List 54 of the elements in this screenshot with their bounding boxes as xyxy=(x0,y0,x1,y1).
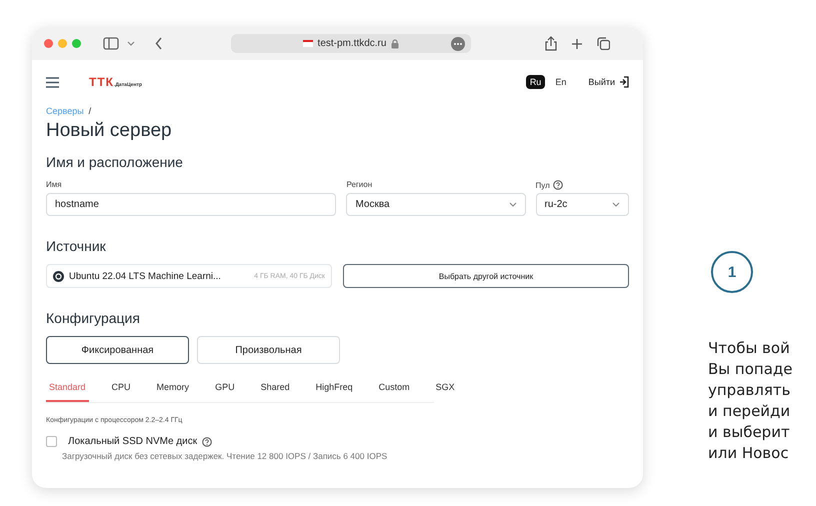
configuration-tab[interactable]: Standard xyxy=(46,378,89,402)
close-window-icon[interactable] xyxy=(44,39,53,48)
instruction-text-line: и перейди xyxy=(708,401,792,422)
menu-icon[interactable] xyxy=(46,76,59,88)
lock-icon xyxy=(391,38,400,48)
instruction-text-line: или Новос xyxy=(708,443,790,464)
tabs-icon[interactable] xyxy=(597,37,610,50)
configuration-mode-button[interactable]: Фиксированная xyxy=(46,336,189,364)
os-logo-icon xyxy=(53,270,64,282)
checkbox[interactable] xyxy=(46,436,57,447)
configuration-tab[interactable]: GPU xyxy=(212,378,238,402)
chevron-down-icon[interactable] xyxy=(127,40,135,46)
instruction-text-line: управлять xyxy=(708,380,792,401)
site-favicon-icon xyxy=(302,40,313,47)
breadcrumb-separator: / xyxy=(88,106,92,116)
section-heading: Источник xyxy=(46,238,107,254)
configuration-tab[interactable]: Custom xyxy=(376,378,413,402)
chevron-down-icon xyxy=(508,202,516,207)
configuration-tab[interactable]: Shared xyxy=(258,378,293,402)
url-text: test-pm.ttkdc.ru xyxy=(318,38,386,49)
section-heading: Конфигурация xyxy=(46,310,141,326)
step-number-badge: 1 xyxy=(711,251,753,293)
logout-button[interactable]: Выйти xyxy=(588,76,629,88)
more-icon[interactable] xyxy=(451,36,465,50)
configuration-tab[interactable]: CPU xyxy=(108,378,134,402)
configuration-mode-button[interactable]: Произвольная xyxy=(197,336,340,364)
choose-source-button[interactable]: Выбрать другой источник xyxy=(343,264,629,288)
checkbox-description: Загрузочный диск без сетевых задержек. Чтение 12 800 IOPS / Запись 6 400 IOPS xyxy=(62,451,388,461)
instruction-text-line: Вы попаде xyxy=(708,359,794,380)
field-label: Пул xyxy=(536,180,550,190)
region-dropdown[interactable]: Москва xyxy=(346,193,526,216)
field-label: Регион xyxy=(346,180,374,190)
address-bar[interactable]: test-pm.ttkdc.ru xyxy=(231,34,471,53)
checkbox-label: Локальный SSD NVMe диск xyxy=(68,436,198,447)
language-toggle[interactable]: En xyxy=(551,75,570,89)
name-field[interactable]: hostname xyxy=(46,193,336,216)
configuration-tab[interactable]: SGX xyxy=(432,378,458,402)
share-icon[interactable] xyxy=(545,36,557,51)
configuration-tab[interactable]: HighFreq xyxy=(312,378,356,402)
logout-icon xyxy=(619,76,629,88)
help-icon[interactable] xyxy=(202,436,212,446)
field-label: Имя xyxy=(46,180,63,190)
help-icon[interactable] xyxy=(552,180,563,190)
section-heading: Имя и расположение xyxy=(46,154,184,170)
instruction-text-line: Чтобы вой xyxy=(708,338,791,359)
sidebar-icon[interactable] xyxy=(103,37,119,50)
configuration-tab[interactable]: Memory xyxy=(154,378,192,402)
page-title: Новый сервер xyxy=(46,120,173,142)
language-toggle[interactable]: Ru xyxy=(526,75,546,89)
back-icon[interactable] xyxy=(155,37,163,50)
chevron-down-icon xyxy=(612,202,620,207)
plus-icon[interactable] xyxy=(571,38,583,50)
pool-dropdown[interactable]: ru-2c xyxy=(536,193,629,216)
instruction-text-line: и выберит xyxy=(708,422,791,443)
